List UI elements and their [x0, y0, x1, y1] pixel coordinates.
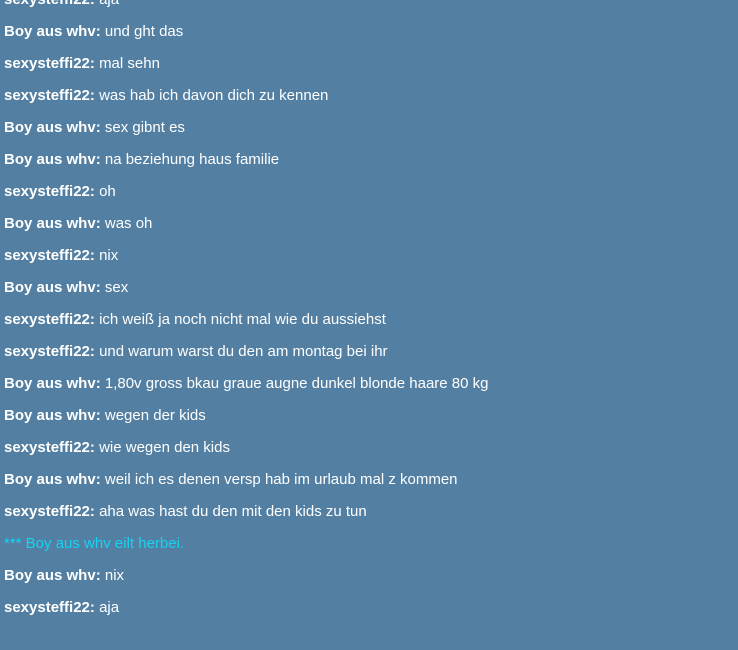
chat-nick: Boy aus whv: — [4, 119, 101, 136]
chat-nick: sexysteffi22: — [4, 311, 95, 328]
chat-message: sexysteffi22: mal sehn — [4, 48, 732, 80]
chat-text: und warum warst du den am montag bei ihr — [99, 343, 388, 360]
chat-message: Boy aus whv: wegen der kids — [4, 400, 732, 432]
chat-message: sexysteffi22: oh — [4, 176, 732, 208]
chat-log: sexysteffi22: aja Boy aus whv: und ght d… — [0, 0, 732, 624]
chat-nick: sexysteffi22: — [4, 55, 95, 72]
chat-message: sexysteffi22: nix — [4, 240, 732, 272]
chat-message: Boy aus whv: und ght das — [4, 16, 732, 48]
chat-text: mal sehn — [99, 55, 160, 72]
chat-text: aja — [99, 599, 120, 616]
chat-message: sexysteffi22: aha was hast du den mit de… — [4, 496, 732, 528]
chat-message: Boy aus whv: sex — [4, 272, 732, 304]
chat-text: oh — [99, 183, 116, 200]
chat-message: Boy aus whv: was oh — [4, 208, 732, 240]
chat-message: Boy aus whv: 1,80v gross bkau graue augn… — [4, 368, 732, 400]
chat-nick: Boy aus whv: — [4, 471, 101, 488]
chat-nick: Boy aus whv: — [4, 375, 101, 392]
chat-message: Boy aus whv: nix — [4, 560, 732, 592]
chat-nick: sexysteffi22: — [4, 247, 95, 264]
chat-text: nix — [104, 567, 125, 584]
chat-message: sexysteffi22: aja — [4, 592, 732, 624]
chat-message: Boy aus whv: na beziehung haus familie — [4, 144, 732, 176]
chat-message: sexysteffi22: aja — [4, 0, 732, 16]
chat-action-message: *** Boy aus whv eilt herbei. — [4, 535, 185, 552]
chat-text: was hab ich davon dich zu kennen — [99, 87, 329, 104]
chat-text: nix — [99, 247, 119, 264]
chat-message: sexysteffi22: was hab ich davon dich zu … — [4, 80, 732, 112]
chat-message: sexysteffi22: und warum warst du den am … — [4, 336, 732, 368]
chat-text: wegen der kids — [104, 407, 206, 424]
chat-message: sexysteffi22: wie wegen den kids — [4, 432, 732, 464]
chat-nick: Boy aus whv: — [4, 215, 101, 232]
chat-nick: sexysteffi22: — [4, 87, 95, 104]
chat-nick: sexysteffi22: — [4, 599, 95, 616]
chat-nick: sexysteffi22: — [4, 183, 95, 200]
chat-nick: sexysteffi22: — [4, 0, 95, 8]
chat-nick: sexysteffi22: — [4, 503, 95, 520]
chat-nick: Boy aus whv: — [4, 407, 101, 424]
chat-nick: Boy aus whv: — [4, 23, 101, 40]
chat-message: sexysteffi22: ich weiß ja noch nicht mal… — [4, 304, 732, 336]
chat-text: sex — [104, 279, 129, 296]
chat-text: und ght das — [104, 23, 184, 40]
chat-nick: sexysteffi22: — [4, 439, 95, 456]
chat-nick: Boy aus whv: — [4, 279, 101, 296]
chat-message: Boy aus whv: sex gibnt es — [4, 112, 732, 144]
chat-text: ich weiß ja noch nicht mal wie du aussie… — [99, 311, 386, 328]
chat-text: aha was hast du den mit den kids zu tun — [99, 503, 367, 520]
chat-nick: sexysteffi22: — [4, 343, 95, 360]
chat-nick: Boy aus whv: — [4, 567, 101, 584]
chat-text: weil ich es denen versp hab im urlaub ma… — [104, 471, 458, 488]
chat-text: wie wegen den kids — [99, 439, 230, 456]
chat-text: sex gibnt es — [104, 119, 185, 136]
chat-text: na beziehung haus familie — [104, 151, 280, 168]
chat-message: Boy aus whv: weil ich es denen versp hab… — [4, 464, 732, 496]
chat-text: aja — [99, 0, 119, 8]
chat-nick: Boy aus whv: — [4, 151, 101, 168]
chat-text: 1,80v gross bkau graue augne dunkel blon… — [104, 375, 489, 392]
chat-text: was oh — [104, 215, 153, 232]
